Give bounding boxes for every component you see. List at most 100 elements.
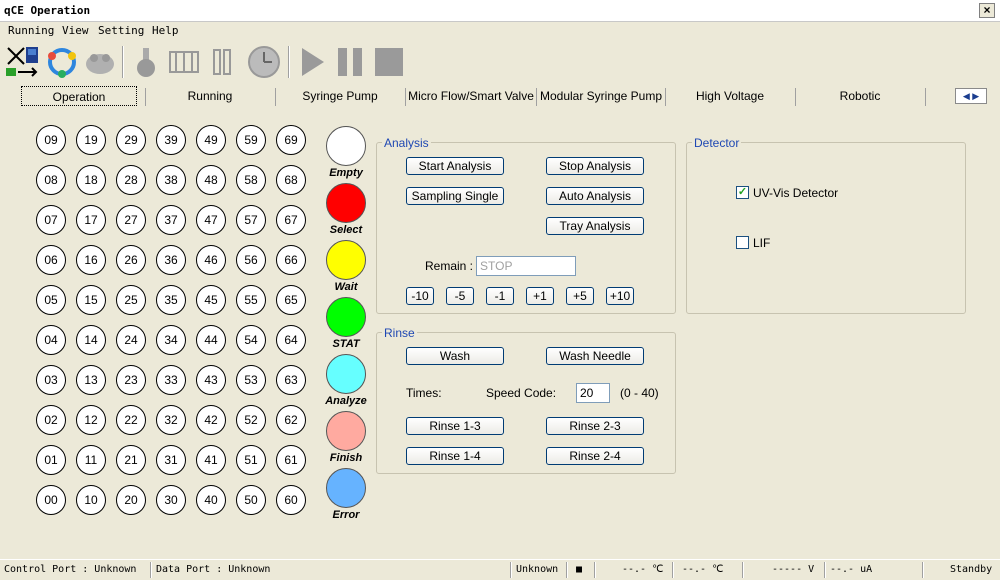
well-14[interactable]: 14	[76, 325, 106, 355]
well-43[interactable]: 43	[196, 365, 226, 395]
well-19[interactable]: 19	[76, 125, 106, 155]
close-button[interactable]: ×	[979, 3, 995, 18]
menu-view[interactable]: View	[62, 24, 89, 37]
well-45[interactable]: 45	[196, 285, 226, 315]
well-09[interactable]: 09	[36, 125, 66, 155]
auto-analysis-button[interactable]: Auto Analysis	[546, 187, 644, 205]
syringe-icon[interactable]	[206, 44, 242, 80]
well-22[interactable]: 22	[116, 405, 146, 435]
well-54[interactable]: 54	[236, 325, 266, 355]
well-44[interactable]: 44	[196, 325, 226, 355]
well-38[interactable]: 38	[156, 165, 186, 195]
well-24[interactable]: 24	[116, 325, 146, 355]
well-68[interactable]: 68	[276, 165, 306, 195]
step-minus-5-button[interactable]: -5	[446, 287, 474, 305]
well-23[interactable]: 23	[116, 365, 146, 395]
well-63[interactable]: 63	[276, 365, 306, 395]
well-32[interactable]: 32	[156, 405, 186, 435]
robot-icon[interactable]	[82, 44, 118, 80]
well-13[interactable]: 13	[76, 365, 106, 395]
well-49[interactable]: 49	[196, 125, 226, 155]
well-47[interactable]: 47	[196, 205, 226, 235]
well-33[interactable]: 33	[156, 365, 186, 395]
tab-scroll-right-icon[interactable]: ▶	[972, 91, 979, 101]
well-18[interactable]: 18	[76, 165, 106, 195]
well-26[interactable]: 26	[116, 245, 146, 275]
well-36[interactable]: 36	[156, 245, 186, 275]
menu-setting[interactable]: Setting	[98, 24, 144, 37]
well-34[interactable]: 34	[156, 325, 186, 355]
rinse-2-3-button[interactable]: Rinse 2-3	[546, 417, 644, 435]
well-66[interactable]: 66	[276, 245, 306, 275]
well-48[interactable]: 48	[196, 165, 226, 195]
play-icon[interactable]	[294, 44, 330, 80]
clock-icon[interactable]	[246, 44, 282, 80]
well-35[interactable]: 35	[156, 285, 186, 315]
well-12[interactable]: 12	[76, 405, 106, 435]
rinse-1-3-button[interactable]: Rinse 1-3	[406, 417, 504, 435]
well-64[interactable]: 64	[276, 325, 306, 355]
tray-analysis-button[interactable]: Tray Analysis	[546, 217, 644, 235]
well-67[interactable]: 67	[276, 205, 306, 235]
well-03[interactable]: 03	[36, 365, 66, 395]
well-06[interactable]: 06	[36, 245, 66, 275]
rinse-1-4-button[interactable]: Rinse 1-4	[406, 447, 504, 465]
well-69[interactable]: 69	[276, 125, 306, 155]
tab-micro-flow-smart-valve[interactable]: Micro Flow/Smart Valve	[408, 86, 534, 106]
well-10[interactable]: 10	[76, 485, 106, 515]
well-04[interactable]: 04	[36, 325, 66, 355]
tab-high-voltage[interactable]: High Voltage	[670, 86, 790, 106]
menu-running[interactable]: Running	[8, 24, 54, 37]
lif-checkbox[interactable]	[736, 236, 749, 249]
well-57[interactable]: 57	[236, 205, 266, 235]
sampling-single-button[interactable]: Sampling Single	[406, 187, 504, 205]
tab-scroll-left-icon[interactable]: ◀	[963, 91, 970, 101]
well-27[interactable]: 27	[116, 205, 146, 235]
well-15[interactable]: 15	[76, 285, 106, 315]
well-25[interactable]: 25	[116, 285, 146, 315]
well-30[interactable]: 30	[156, 485, 186, 515]
refresh-icon[interactable]	[44, 44, 80, 80]
well-56[interactable]: 56	[236, 245, 266, 275]
tab-modular-syringe-pump[interactable]: Modular Syringe Pump	[538, 86, 664, 106]
well-07[interactable]: 07	[36, 205, 66, 235]
well-39[interactable]: 39	[156, 125, 186, 155]
step-plus-1-button[interactable]: +1	[526, 287, 554, 305]
start-analysis-button[interactable]: Start Analysis	[406, 157, 504, 175]
rinse-2-4-button[interactable]: Rinse 2-4	[546, 447, 644, 465]
well-51[interactable]: 51	[236, 445, 266, 475]
well-52[interactable]: 52	[236, 405, 266, 435]
well-05[interactable]: 05	[36, 285, 66, 315]
step-plus-5-button[interactable]: +5	[566, 287, 594, 305]
well-59[interactable]: 59	[236, 125, 266, 155]
uv-vis-checkbox[interactable]: ✓	[736, 186, 749, 199]
tab-scroll-arrows[interactable]: ◀ ▶	[955, 88, 987, 104]
well-42[interactable]: 42	[196, 405, 226, 435]
well-53[interactable]: 53	[236, 365, 266, 395]
well-01[interactable]: 01	[36, 445, 66, 475]
well-28[interactable]: 28	[116, 165, 146, 195]
wash-needle-button[interactable]: Wash Needle	[546, 347, 644, 365]
well-50[interactable]: 50	[236, 485, 266, 515]
step-minus-1-button[interactable]: -1	[486, 287, 514, 305]
well-40[interactable]: 40	[196, 485, 226, 515]
tab-robotic[interactable]: Robotic	[800, 86, 920, 106]
well-37[interactable]: 37	[156, 205, 186, 235]
well-16[interactable]: 16	[76, 245, 106, 275]
connect-icon[interactable]	[4, 44, 40, 80]
wash-button[interactable]: Wash	[406, 347, 504, 365]
step-plus-10-button[interactable]: +10	[606, 287, 634, 305]
well-02[interactable]: 02	[36, 405, 66, 435]
well-41[interactable]: 41	[196, 445, 226, 475]
well-29[interactable]: 29	[116, 125, 146, 155]
well-55[interactable]: 55	[236, 285, 266, 315]
menu-help[interactable]: Help	[152, 24, 179, 37]
flask-icon[interactable]	[128, 44, 164, 80]
well-21[interactable]: 21	[116, 445, 146, 475]
tab-syringe-pump[interactable]: Syringe Pump	[280, 86, 400, 106]
stop-icon[interactable]	[370, 44, 406, 80]
well-20[interactable]: 20	[116, 485, 146, 515]
well-65[interactable]: 65	[276, 285, 306, 315]
valve-icon[interactable]	[166, 44, 202, 80]
well-00[interactable]: 00	[36, 485, 66, 515]
